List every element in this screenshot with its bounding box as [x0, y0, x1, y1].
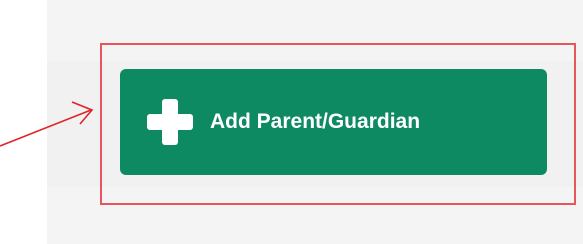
annotation-arrow-icon [0, 101, 94, 147]
screenshot-stage: Add Parent/Guardian [0, 0, 583, 244]
